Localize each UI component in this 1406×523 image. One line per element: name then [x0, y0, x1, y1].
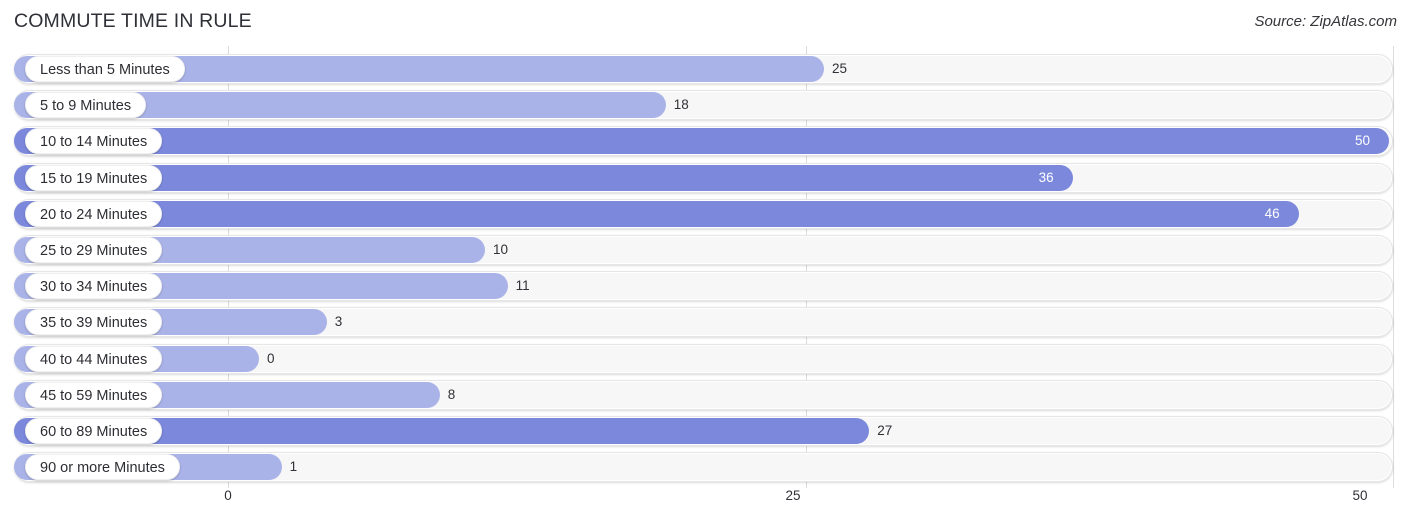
- bar-row[interactable]: 50 10 to 14 Minutes: [14, 126, 1393, 157]
- bar-category-label: 35 to 39 Minutes: [25, 309, 163, 336]
- bar-value-label: 8: [447, 386, 456, 402]
- source-attribution: Source: ZipAtlas.com: [1254, 13, 1397, 30]
- x-axis: 0 25 50: [0, 488, 1406, 523]
- bar-row[interactable]: 27 60 to 89 Minutes: [14, 416, 1393, 446]
- bar-row[interactable]: 8 45 to 59 Minutes: [14, 379, 1393, 410]
- bar-row[interactable]: 1 90 or more Minutes: [14, 452, 1393, 483]
- x-axis-tick-25: 25: [785, 488, 801, 503]
- bar-row[interactable]: 25 Less than 5 Minutes: [14, 54, 1393, 84]
- bar-category-label: 40 to 44 Minutes: [25, 345, 163, 372]
- bar-value-label: 1: [289, 459, 298, 475]
- bar-fill: [14, 200, 1299, 227]
- bar-category-label: 30 to 34 Minutes: [25, 273, 163, 300]
- bar-row[interactable]: 3 35 to 39 Minutes: [14, 307, 1393, 338]
- bar-value-label: 27: [877, 423, 893, 438]
- bar-category-label: 90 or more Minutes: [25, 454, 180, 481]
- chart-header: COMMUTE TIME IN RULE Source: ZipAtlas.co…: [0, 0, 1406, 46]
- bar-fill: [14, 128, 1389, 155]
- bar-rows: 25 Less than 5 Minutes 18 5 to 9 Minutes 50 1…: [0, 46, 1406, 488]
- bar-row[interactable]: 0 40 to 44 Minutes: [14, 343, 1393, 374]
- bar-category-label: 5 to 9 Minutes: [25, 92, 147, 119]
- bar-row[interactable]: 10 25 to 29 Minutes: [14, 235, 1393, 265]
- bar-fill: [14, 164, 1073, 191]
- bar-value-label: 46: [1264, 205, 1280, 221]
- bar-category-label: Less than 5 Minutes: [25, 56, 185, 82]
- bar-row[interactable]: 18 5 to 9 Minutes: [14, 90, 1393, 121]
- bar-category-label: 60 to 89 Minutes: [25, 418, 163, 444]
- chart-plot-area: 25 Less than 5 Minutes 18 5 to 9 Minutes 50 1…: [0, 46, 1406, 488]
- bar-category-label: 15 to 19 Minutes: [25, 164, 163, 191]
- bar-value-label: 18: [673, 97, 689, 113]
- bar-category-label: 10 to 14 Minutes: [25, 128, 163, 155]
- bar-category-label: 25 to 29 Minutes: [25, 237, 163, 263]
- bar-category-label: 45 to 59 Minutes: [25, 381, 163, 408]
- bar-value-label: 3: [334, 314, 343, 330]
- x-axis-tick-0: 0: [224, 488, 232, 503]
- bar-value-label: 10: [493, 242, 509, 257]
- page-title: COMMUTE TIME IN RULE: [14, 10, 252, 32]
- x-axis-tick-50: 50: [1352, 488, 1368, 503]
- bar-category-label: 20 to 24 Minutes: [25, 200, 163, 227]
- bar-value-label: 36: [1038, 169, 1054, 185]
- bar-value-label: 11: [515, 278, 530, 294]
- bar-value-label: 0: [267, 350, 275, 366]
- bar-row[interactable]: 11 30 to 34 Minutes: [14, 271, 1393, 302]
- bar-row[interactable]: 36 15 to 19 Minutes: [14, 162, 1393, 193]
- bar-value-label: 50: [1355, 133, 1371, 149]
- bar-value-label: 25: [832, 61, 848, 76]
- bar-row[interactable]: 46 20 to 24 Minutes: [14, 198, 1393, 229]
